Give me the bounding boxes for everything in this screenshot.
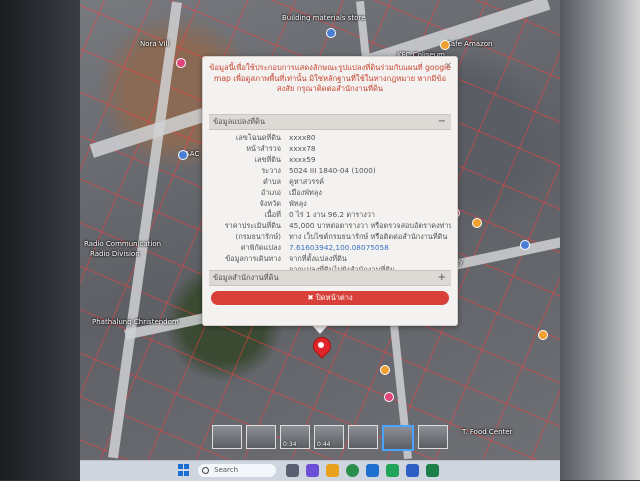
row-label: (กรมธนารักษ์) (235, 232, 281, 241)
section-title: ข้อมูลสำนักงานที่ดิน (213, 273, 279, 282)
office-info-section-header[interactable]: ข้อมูลสำนักงานที่ดิน + (209, 270, 451, 286)
place-pin-icon[interactable] (384, 392, 394, 402)
row-label: ข้อมูลการเดินทาง (225, 254, 281, 263)
shop-pin-icon[interactable] (472, 218, 482, 228)
shop-pin-icon[interactable] (538, 330, 548, 340)
row-value: xxxx78 (289, 144, 316, 153)
info-row: ค่าพิกัดแปลง 7.61603942,100.08075058 (209, 242, 451, 253)
coordinates-link[interactable]: 7.61603942,100.08075058 (289, 242, 451, 253)
file-explorer-icon[interactable] (326, 464, 339, 477)
row-value: คูหาสวรรค์ (289, 177, 325, 186)
expand-icon[interactable]: + (438, 271, 446, 285)
search-placeholder: Search (214, 466, 239, 474)
land-info-section-header[interactable]: ข้อมูลแปลงที่ดิน − (209, 114, 451, 130)
close-window-button[interactable]: ✖ ปิดหน้าต่าง (211, 291, 449, 305)
row-label: เนื้อที่ (264, 210, 281, 219)
thumbnail-duration: 0:34 (283, 441, 297, 448)
taskbar-search[interactable]: Search (198, 464, 276, 477)
thumbnail[interactable]: 0:44 (314, 425, 344, 449)
row-label: อำเภอ (260, 188, 281, 197)
info-row: ตำบล คูหาสวรรค์ (209, 176, 451, 187)
row-label: ค่าพิกัดแปลง (240, 243, 281, 252)
map-label: Phathalung Christendom (92, 318, 179, 326)
cafe-pin-icon[interactable] (440, 40, 450, 50)
monitor-bezel-right (560, 0, 640, 480)
row-value: 5024 III 1840-04 (1000) (289, 166, 376, 175)
row-value: xxxx59 (289, 155, 316, 164)
thumbnail[interactable]: 0:34 (280, 425, 310, 449)
word-icon[interactable] (406, 464, 419, 477)
map-label: Radio Division (90, 250, 140, 258)
info-row: ระวาง 5024 III 1840-04 (1000) (209, 165, 451, 176)
thumbnail[interactable] (348, 425, 378, 449)
chat-icon[interactable] (306, 464, 319, 477)
row-label: เลขที่ดิน (254, 155, 282, 164)
row-label: ราคาประเมินที่ดิน (224, 221, 281, 230)
row-value: 0 ไร่ 1 งาน 96.2 ตารางวา (289, 210, 375, 219)
info-row: ข้อมูลการเดินทาง จากที่ตั้งแปลงที่ดิน (209, 253, 451, 264)
location-marker-icon[interactable] (309, 333, 335, 361)
thumbnail-selected[interactable] (382, 425, 414, 451)
map-label: Nora Vill (140, 40, 170, 48)
row-label: ระวาง (261, 166, 281, 175)
map-label: Building materials store (282, 14, 366, 22)
place-pin-icon[interactable] (176, 58, 186, 68)
row-value: ทาง เว็บไซต์กรมธนารักษ์ หรือติดต่อสำนักง… (289, 232, 448, 241)
directions-link[interactable]: จากที่ตั้งแปลงที่ดิน (289, 253, 451, 264)
photo-thumbnail-strip: 0:34 0:44 (212, 425, 448, 451)
info-row: เลขโฉนดที่ดิน xxxx80 (209, 132, 451, 143)
bank-pin-icon[interactable] (178, 150, 188, 160)
thumbnail[interactable] (418, 425, 448, 449)
info-row: (กรมธนารักษ์) ทาง เว็บไซต์กรมธนารักษ์ หรื… (209, 231, 451, 242)
row-label: ตำบล (263, 177, 281, 186)
map-label: Cafe Amazon (446, 40, 493, 48)
chrome-icon[interactable] (346, 464, 359, 477)
shop-pin-icon[interactable] (380, 365, 390, 375)
place-pin-icon[interactable] (326, 28, 336, 38)
windows-start-icon[interactable] (178, 464, 190, 476)
info-row: จังหวัด พัทลุง (209, 198, 451, 209)
thumbnail[interactable] (212, 425, 242, 449)
thumbnail-duration: 0:44 (317, 441, 331, 448)
edge-icon[interactable] (366, 464, 379, 477)
row-label: เลขโฉนดที่ดิน (235, 133, 281, 142)
line-app-icon[interactable] (386, 464, 399, 477)
info-row: เลขที่ดิน xxxx59 (209, 154, 451, 165)
map-label: Radio Communication (84, 240, 162, 248)
place-pin-icon[interactable] (520, 240, 530, 250)
row-value: 45,000 บาทต่อตารางวา หรือตรวจสอบอัตราคงท… (289, 221, 451, 230)
row-value: พัทลุง (289, 199, 307, 208)
excel-icon[interactable] (426, 464, 439, 477)
land-info-popup: × ข้อมูลนี้เพื่อใช้ประกอบการแสดงลักษณะรู… (202, 56, 458, 326)
row-label: จังหวัด (259, 199, 282, 208)
thumbnail[interactable] (246, 425, 276, 449)
row-label: หน้าสำรวจ (246, 144, 281, 153)
info-row: หน้าสำรวจ xxxx78 (209, 143, 451, 154)
disclaimer-notice: ข้อมูลนี้เพื่อใช้ประกอบการแสดงลักษณะรูปแ… (209, 63, 451, 93)
info-row: เนื้อที่ 0 ไร่ 1 งาน 96.2 ตารางวา (209, 209, 451, 220)
info-row: อำเภอ เมืองพัทลุง (209, 187, 451, 198)
monitor-bezel-left (0, 0, 80, 480)
row-value: xxxx80 (289, 133, 316, 142)
map-label: T. Food Center (462, 428, 513, 436)
search-icon (202, 467, 209, 474)
info-row: ราคาประเมินที่ดิน 45,000 บาทต่อตารางวา หร… (209, 220, 451, 231)
collapse-icon[interactable]: − (438, 115, 446, 129)
taskbar: Search (80, 460, 560, 481)
row-value: เมืองพัทลุง (289, 188, 322, 197)
section-title: ข้อมูลแปลงที่ดิน (213, 117, 265, 126)
task-view-icon[interactable] (286, 464, 299, 477)
